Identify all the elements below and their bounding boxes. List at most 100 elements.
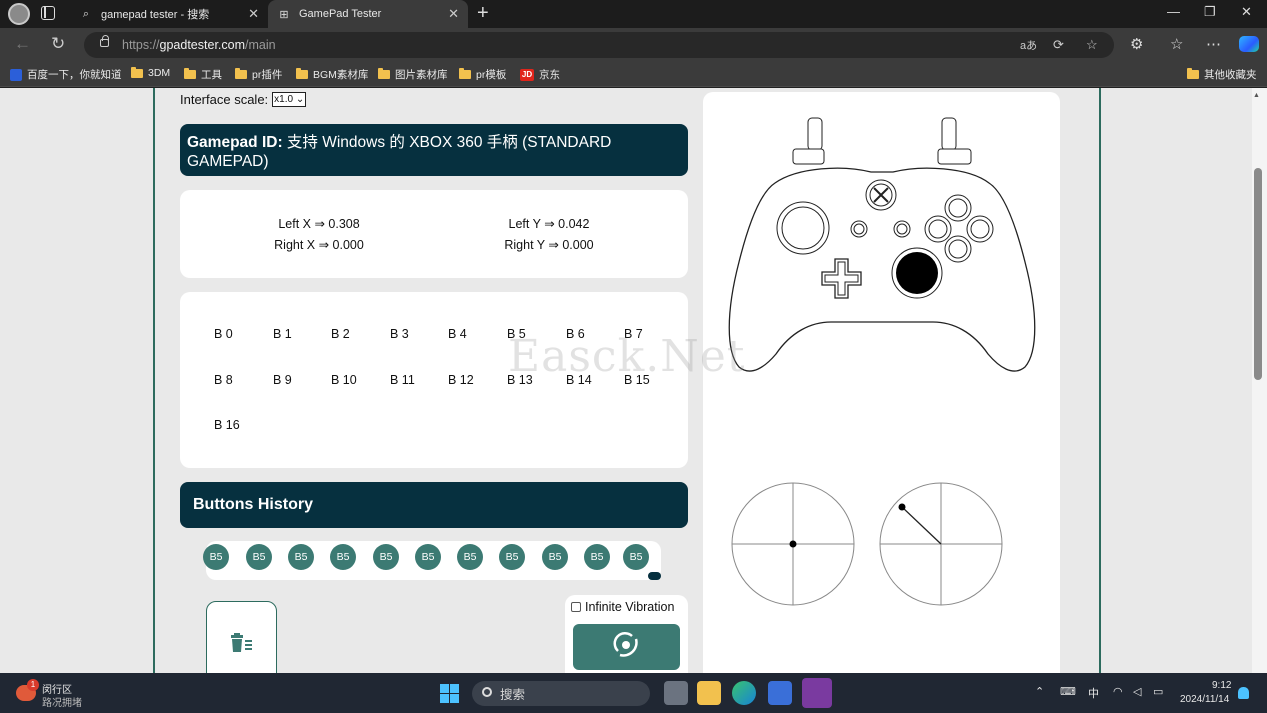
- show-hidden-icons[interactable]: ⌃: [1035, 685, 1044, 698]
- gamepad-id-label: Gamepad ID:: [187, 134, 283, 151]
- history-chip: B5: [246, 544, 272, 570]
- infinite-vibration-label: Infinite Vibration: [585, 600, 675, 614]
- refresh-icon[interactable]: ↻: [51, 34, 65, 54]
- url-path: /main: [245, 38, 276, 52]
- task-view-icon[interactable]: [664, 681, 688, 705]
- watermark: Easck.Net: [508, 331, 746, 382]
- clock-time[interactable]: 9:12: [1212, 680, 1231, 691]
- history-chip: B5: [203, 544, 229, 570]
- button-indicator: B 0: [214, 327, 233, 341]
- tab-bar: ⌕ gamepad tester - 搜索 ✕ ⊞ GamePad Tester…: [0, 0, 1267, 28]
- bookmark-label: pr模板: [476, 69, 507, 81]
- url-field[interactable]: https://gpadtester.com/main aあ ⟳ ☆: [84, 32, 1114, 58]
- ime-indicator[interactable]: 中: [1088, 685, 1099, 701]
- minimize-icon[interactable]: —: [1167, 4, 1180, 19]
- baidu-icon: [10, 68, 22, 81]
- bookmark-3dm[interactable]: 3DM: [131, 66, 171, 79]
- search-icon: ⌕: [82, 7, 90, 20]
- axis-right-x: Right X ⇒ 0.000: [274, 238, 364, 252]
- close-tab-icon[interactable]: ✕: [248, 6, 259, 22]
- tab-title: GamePad Tester: [299, 8, 382, 20]
- bookmark-label: 图片素材库: [395, 69, 448, 81]
- other-bookmarks[interactable]: 其他收藏夹: [1187, 67, 1257, 82]
- close-tab-icon[interactable]: ✕: [448, 6, 459, 22]
- controller-panel: [703, 92, 1060, 673]
- infinite-vibration-checkbox[interactable]: [571, 602, 581, 612]
- scale-select[interactable]: x1.0 ⌄: [272, 92, 307, 107]
- read-aloud-icon[interactable]: aあ: [1020, 37, 1037, 53]
- left-trigger: [807, 117, 823, 151]
- interface-scale: Interface scale: x1.0 ⌄: [180, 92, 307, 107]
- folder-icon: [1187, 68, 1199, 79]
- button-indicator: B 11: [390, 373, 415, 387]
- lock-icon: [100, 35, 109, 47]
- folder-icon: [131, 66, 143, 78]
- keyboard-icon[interactable]: ⌨: [1060, 685, 1076, 698]
- more-menu-icon[interactable]: ⋯: [1206, 35, 1221, 53]
- copilot-icon[interactable]: [1239, 36, 1259, 52]
- bookmark-pr-templates[interactable]: pr模板: [459, 67, 506, 82]
- tab-search[interactable]: ⌕ gamepad tester - 搜索 ✕: [70, 0, 268, 28]
- bookmark-label: 百度一下，你就知道: [27, 69, 122, 81]
- volume-icon[interactable]: ◁: [1133, 685, 1141, 698]
- page-viewport: Interface scale: x1.0 ⌄ Gamepad ID: 支持 W…: [0, 88, 1267, 673]
- url-scheme: https://: [122, 38, 160, 52]
- notification-bell-icon[interactable]: [1238, 687, 1249, 699]
- scrollbar-thumb[interactable]: [1254, 168, 1262, 380]
- buttons-history-banner: Buttons History: [180, 482, 688, 528]
- bookmark-baidu[interactable]: 百度一下，你就知道: [10, 67, 122, 82]
- right-trigger: [941, 117, 957, 151]
- button-indicator: B 4: [448, 327, 467, 341]
- axis-left-y: Left Y ⇒ 0.042: [508, 217, 590, 231]
- infinite-vibration-row[interactable]: Infinite Vibration: [571, 600, 674, 614]
- right-bumper: [937, 148, 972, 165]
- folder-icon: [459, 68, 471, 79]
- bookmark-tools[interactable]: 工具: [184, 67, 222, 82]
- new-tab-icon[interactable]: +: [477, 2, 489, 25]
- button-indicator: B 8: [214, 373, 233, 387]
- profile-avatar[interactable]: [8, 3, 30, 25]
- tab-gamepad-tester[interactable]: ⊞ GamePad Tester ✕: [268, 0, 468, 28]
- history-chip: B5: [288, 544, 314, 570]
- vibrate-button[interactable]: [573, 624, 680, 670]
- close-window-icon[interactable]: ✕: [1241, 4, 1252, 20]
- file-explorer-icon[interactable]: [697, 681, 721, 705]
- edge-browser-icon[interactable]: [732, 681, 756, 705]
- clock-date[interactable]: 2024/11/14: [1180, 694, 1229, 705]
- button-indicator: B 10: [331, 373, 357, 387]
- bookmark-label: BGM素材库: [313, 69, 369, 81]
- bookmark-label: 京东: [539, 69, 560, 81]
- vibration-icon: [613, 631, 638, 657]
- history-chip: B5: [542, 544, 568, 570]
- bookmarks-bar: 百度一下，你就知道 3DM 工具 pr插件 BGM素材库 图片素材库 pr模板 …: [0, 62, 1267, 87]
- battery-icon[interactable]: ▭: [1153, 685, 1163, 698]
- maximize-icon[interactable]: ❐: [1204, 4, 1216, 20]
- controller-diagram: [728, 117, 1036, 606]
- button-indicator: B 9: [273, 373, 292, 387]
- store-icon[interactable]: [768, 681, 792, 705]
- wifi-icon[interactable]: ◠: [1113, 685, 1123, 698]
- clear-history-button[interactable]: [206, 601, 277, 673]
- tab-actions-icon[interactable]: [41, 6, 55, 20]
- bookmark-label: 3DM: [148, 67, 171, 79]
- taskbar-search[interactable]: 搜索: [472, 681, 650, 706]
- right-stick-dot: [898, 503, 906, 511]
- favorite-star-icon[interactable]: ☆: [1086, 37, 1098, 53]
- back-icon[interactable]: ←: [14, 34, 31, 54]
- translate-icon[interactable]: ⟳: [1053, 37, 1064, 53]
- button-indicator: B 1: [273, 327, 292, 341]
- extensions-icon[interactable]: ⚙: [1130, 35, 1143, 53]
- taskbar: 1 闵行区 路况拥堵 搜索 ⌃ ⌨ 中 ◠ ◁ ▭ 9:12 2024/11/1…: [0, 673, 1267, 713]
- bookmark-jd[interactable]: JD 京东: [520, 67, 560, 82]
- history-scroll-thumb[interactable]: [648, 572, 661, 580]
- scroll-up-icon[interactable]: ▲: [1253, 92, 1260, 99]
- page-scrollbar[interactable]: ▲: [1252, 88, 1267, 673]
- app-icon[interactable]: [802, 678, 832, 708]
- history-chip: B5: [623, 544, 649, 570]
- favorites-icon[interactable]: ☆: [1170, 35, 1183, 53]
- windows-start-icon[interactable]: [440, 684, 459, 703]
- trash-icon: [231, 633, 252, 652]
- bookmark-bgm[interactable]: BGM素材库: [296, 67, 368, 82]
- bookmark-images[interactable]: 图片素材库: [378, 67, 448, 82]
- bookmark-pr-plugins[interactable]: pr插件: [235, 67, 282, 82]
